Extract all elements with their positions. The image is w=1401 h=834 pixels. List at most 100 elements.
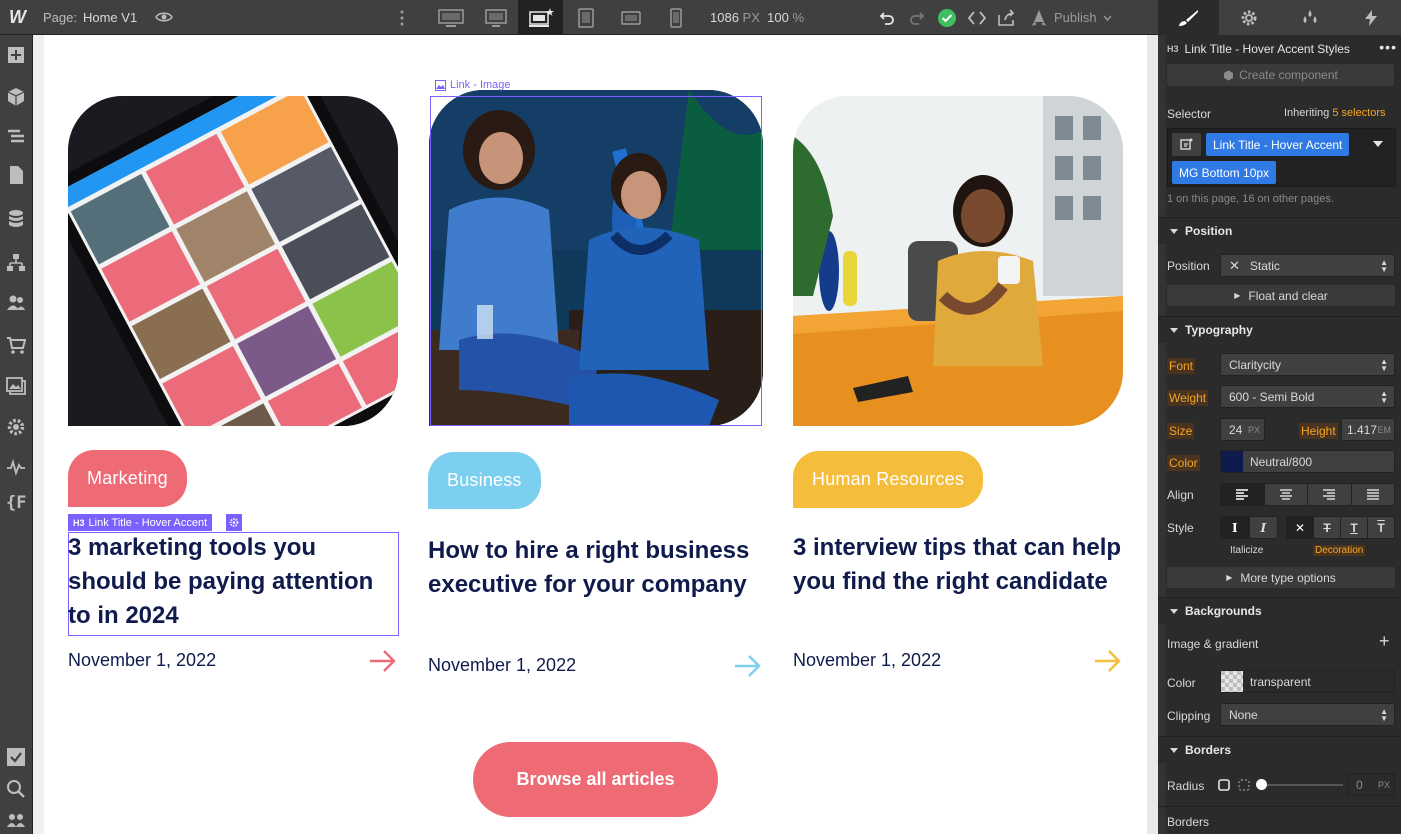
tasks-check-icon[interactable] <box>6 747 26 767</box>
underline-button[interactable]: T <box>1341 517 1368 538</box>
create-component-button[interactable]: Create component <box>1167 64 1394 86</box>
section-position-header[interactable]: Position <box>1158 217 1401 244</box>
caret-down-icon[interactable] <box>1373 141 1383 147</box>
export-button[interactable] <box>992 0 1022 35</box>
position-select[interactable]: ✕ Static ▲ ▼ <box>1220 254 1395 277</box>
radius-individual-icon[interactable] <box>1238 779 1250 791</box>
audit-pulse-icon[interactable] <box>6 457 26 477</box>
breakpoint-mobile-portrait[interactable] <box>653 0 698 35</box>
align-justify-button[interactable] <box>1352 484 1395 505</box>
section-borders-header[interactable]: Borders <box>1158 736 1401 763</box>
inheriting-info[interactable]: Inheriting 5 selectors <box>1284 107 1386 119</box>
section-typography-header[interactable]: Typography <box>1158 316 1401 343</box>
ecommerce-cart-icon[interactable] <box>6 335 26 355</box>
assets-images-icon[interactable] <box>6 377 26 397</box>
status-check-button[interactable] <box>932 0 962 35</box>
selector-state-button[interactable] <box>1172 133 1201 156</box>
card-image-hr[interactable] <box>793 96 1123 426</box>
card-image-marketing[interactable] <box>68 96 398 426</box>
panel-scrollbar[interactable] <box>1158 35 1166 834</box>
arrow-right-icon[interactable] <box>1093 649 1123 673</box>
tab-settings[interactable] <box>1219 0 1280 35</box>
components-box-icon[interactable] <box>6 87 26 107</box>
variables-icon[interactable]: {F <box>6 493 26 513</box>
radius-slider-thumb[interactable] <box>1256 779 1267 790</box>
bg-color-field[interactable]: transparent <box>1220 670 1395 693</box>
breakpoint-desktop-base[interactable] <box>518 0 563 35</box>
card-date-business: November 1, 2022 <box>428 655 577 675</box>
add-elements-icon[interactable] <box>6 45 26 65</box>
overline-button[interactable]: T <box>1368 517 1394 538</box>
clipping-select[interactable]: None ▲ ▼ <box>1220 703 1395 726</box>
image-selection-text: Link - Image <box>450 79 511 91</box>
page-selector[interactable]: Page: Home V1 <box>43 10 137 25</box>
search-icon[interactable] <box>6 779 26 799</box>
color-picker-field[interactable]: Neutral/800 <box>1220 450 1395 473</box>
radius-value: 0 <box>1356 777 1363 792</box>
selector-chip-secondary[interactable]: MG Bottom 10px <box>1172 161 1277 184</box>
design-canvas[interactable]: Link - Image Marketing Business Human Re… <box>44 35 1147 834</box>
redo-button[interactable] <box>902 0 932 35</box>
breakpoint-large-desktop[interactable] <box>428 0 473 35</box>
card-title-hr[interactable]: 3 interview tips that can help you find … <box>793 531 1125 599</box>
size-unit: PX <box>1247 424 1260 435</box>
strikethrough-button[interactable]: T <box>1314 517 1341 538</box>
font-select[interactable]: Claritycity ▲ ▼ <box>1220 353 1395 376</box>
section-backgrounds-header[interactable]: Backgrounds <box>1158 597 1401 624</box>
card-title-business[interactable]: How to hire a right business executive f… <box>428 534 760 602</box>
tab-interactions[interactable] <box>1280 0 1341 35</box>
title-selection-text: Link Title - Hover Accent <box>88 516 208 529</box>
float-clear-toggle[interactable]: ▶ Float and clear <box>1167 285 1395 306</box>
line-height-input[interactable]: 1.417 EM <box>1341 418 1395 441</box>
bg-color-label: Color <box>1167 676 1196 690</box>
align-left-button[interactable] <box>1221 484 1265 505</box>
settings-gear-icon[interactable] <box>6 417 26 437</box>
transparent-swatch[interactable] <box>1221 671 1243 692</box>
breakpoint-mobile-landscape[interactable] <box>608 0 653 35</box>
tab-lightning[interactable] <box>1340 0 1401 35</box>
gear-small-icon <box>229 518 239 527</box>
card-title-marketing[interactable]: 3 marketing tools you should be paying a… <box>68 531 400 633</box>
tab-style[interactable] <box>1158 0 1219 35</box>
add-background-plus-icon[interactable]: + <box>1379 631 1390 652</box>
navigator-icon[interactable] <box>6 127 26 147</box>
more-horizontal-icon[interactable]: ••• <box>1379 39 1397 55</box>
color-swatch[interactable] <box>1221 451 1243 472</box>
arrow-right-icon[interactable] <box>733 654 763 678</box>
code-button[interactable] <box>962 0 992 35</box>
radius-input[interactable]: 0 PX <box>1347 773 1395 796</box>
breakpoint-tablet[interactable] <box>563 0 608 35</box>
size-input[interactable]: 24 PX <box>1220 418 1265 441</box>
collaborators-icon[interactable] <box>6 811 26 831</box>
cms-database-icon[interactable] <box>6 209 26 229</box>
title-selection-label[interactable]: H3 Link Title - Hover Accent <box>68 514 213 531</box>
weight-select[interactable]: 600 - Semi Bold ▲ ▼ <box>1220 385 1395 408</box>
position-value: Static <box>1249 258 1280 273</box>
italic-off-button[interactable]: I <box>1221 517 1250 538</box>
italic-on-button[interactable]: I <box>1250 517 1278 538</box>
publish-button[interactable]: Publish <box>1030 9 1112 27</box>
users-icon[interactable] <box>6 293 26 313</box>
more-type-options-toggle[interactable]: ▶ More type options <box>1167 567 1395 588</box>
selection-settings-button[interactable] <box>225 514 242 531</box>
pages-icon[interactable] <box>6 165 26 185</box>
logic-flow-icon[interactable] <box>6 253 26 273</box>
align-right-button[interactable] <box>1308 484 1352 505</box>
arrow-right-icon[interactable] <box>368 649 398 673</box>
webflow-logo-icon[interactable]: W <box>0 0 35 35</box>
more-vertical-icon[interactable] <box>398 8 406 28</box>
tag-marketing[interactable]: Marketing <box>68 450 187 507</box>
undo-button[interactable] <box>872 0 902 35</box>
selector-field[interactable]: Link Title - Hover Accent MG Bottom 10px <box>1167 128 1396 187</box>
decoration-none-button[interactable]: ✕ <box>1287 517 1314 538</box>
browse-all-articles-button[interactable]: Browse all articles <box>473 742 718 817</box>
eye-icon[interactable] <box>155 8 174 26</box>
tag-business[interactable]: Business <box>428 452 541 509</box>
tag-human-resources[interactable]: Human Resources <box>793 451 984 508</box>
radius-slider-track[interactable] <box>1259 784 1343 786</box>
inheriting-count[interactable]: 5 selectors <box>1332 107 1385 119</box>
breakpoint-desktop-wide[interactable] <box>473 0 518 35</box>
radius-all-icon[interactable] <box>1218 779 1230 791</box>
align-center-button[interactable] <box>1265 484 1308 505</box>
selector-chip-primary[interactable]: Link Title - Hover Accent <box>1206 133 1350 156</box>
